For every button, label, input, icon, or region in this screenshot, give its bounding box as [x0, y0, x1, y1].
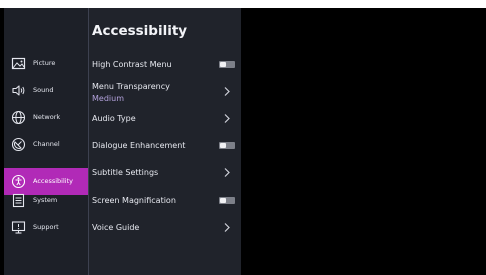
row-label: Menu Transparency — [92, 82, 170, 91]
row-label: Subtitle Settings — [92, 168, 159, 177]
sidebar-item-sound[interactable]: Sound — [4, 77, 88, 104]
toggle-knob — [220, 62, 226, 67]
sidebar-item-system[interactable]: System — [4, 187, 88, 214]
voice-guide-row[interactable]: Voice Guide — [89, 214, 241, 241]
sidebar-item-support[interactable]: Support — [4, 214, 88, 241]
system-icon — [12, 193, 25, 208]
chevron-right-icon — [224, 223, 230, 232]
chevron-right-icon — [224, 87, 230, 96]
speaker-icon — [12, 85, 25, 96]
row-label: Screen Magnification — [92, 196, 176, 205]
sidebar-item-network[interactable]: Network — [4, 104, 88, 131]
sidebar-item-label: System — [33, 196, 58, 204]
subtitle-settings-row[interactable]: Subtitle Settings — [89, 159, 241, 186]
row-label: Voice Guide — [92, 223, 140, 232]
menu-transparency-row[interactable]: Menu Transparency Medium — [89, 78, 241, 105]
chevron-right-icon — [224, 168, 230, 177]
menu-transparency-value: Medium — [92, 94, 124, 103]
picture-icon — [11, 57, 26, 70]
tv-screen: Picture Sound Network Channel Accessibil… — [0, 8, 486, 275]
support-tv-icon — [11, 221, 26, 234]
sidebar-item-channel[interactable]: Channel — [4, 131, 88, 158]
accessibility-panel: Accessibility High Contrast Menu Menu Tr… — [89, 8, 241, 275]
dialogue-enhancement-toggle[interactable] — [219, 142, 235, 149]
sidebar-item-label: Picture — [33, 59, 56, 67]
audio-type-row[interactable]: Audio Type — [89, 105, 241, 132]
settings-sidebar: Picture Sound Network Channel Accessibil… — [4, 8, 88, 275]
sidebar-item-picture[interactable]: Picture — [4, 50, 88, 77]
row-label: Dialogue Enhancement — [92, 141, 186, 150]
satellite-dish-icon — [11, 137, 26, 152]
panel-title: Accessibility — [92, 23, 188, 39]
toggle-knob — [220, 198, 226, 203]
row-label: High Contrast Menu — [92, 60, 172, 69]
sidebar-item-label: Support — [33, 223, 59, 231]
row-label: Audio Type — [92, 114, 136, 123]
dialogue-enhancement-row[interactable]: Dialogue Enhancement — [89, 132, 241, 159]
high-contrast-menu-row[interactable]: High Contrast Menu — [89, 51, 241, 78]
screen-magnification-toggle[interactable] — [219, 197, 235, 204]
sidebar-item-label: Network — [33, 113, 61, 121]
high-contrast-toggle[interactable] — [219, 61, 235, 68]
screen-magnification-row[interactable]: Screen Magnification — [89, 187, 241, 214]
chevron-right-icon — [224, 114, 230, 123]
sidebar-item-label: Channel — [33, 140, 60, 148]
toggle-knob — [220, 143, 226, 148]
sidebar-item-label: Sound — [33, 86, 54, 94]
globe-icon — [11, 110, 26, 125]
